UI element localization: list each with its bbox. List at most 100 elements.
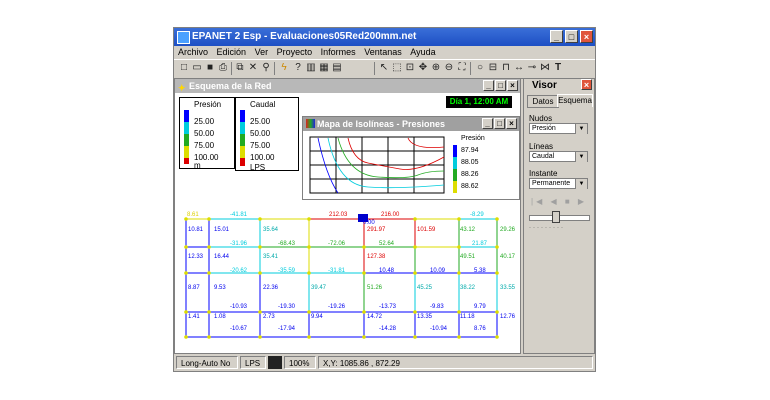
nodes-select-value: Presión <box>532 125 556 132</box>
reservoir-icon[interactable]: ⊟ <box>487 62 499 74</box>
epanet-logo-icon <box>177 31 190 44</box>
time-label-visor: Instante <box>529 169 558 178</box>
menu-ayuda[interactable]: Ayuda <box>410 47 435 57</box>
network-label: 9.53 <box>214 285 226 291</box>
network-label: -72.06 <box>328 241 346 247</box>
open-icon[interactable]: ▭ <box>191 62 203 74</box>
label-icon[interactable]: T <box>552 62 564 74</box>
app-title: EPANET 2 Esp - Evaluaciones05Red200mm.ne… <box>192 31 417 42</box>
network-label: 10.48 <box>379 268 395 274</box>
pump-icon[interactable]: ⊸ <box>526 62 538 74</box>
network-map-title: Esquema de la Red <box>189 81 272 91</box>
links-select[interactable]: Caudal ▼ <box>529 151 588 162</box>
delete-icon[interactable]: ✕ <box>247 62 259 74</box>
find-icon[interactable]: ⚲ <box>260 62 272 74</box>
network-min-button[interactable]: _ <box>483 80 494 91</box>
copy-icon[interactable]: ⧉ <box>234 62 246 74</box>
network-label: -13.73 <box>379 304 397 310</box>
network-label: 35.41 <box>263 254 279 260</box>
options-icon[interactable]: ▤ <box>331 62 343 74</box>
network-label: 2.73 <box>263 314 275 320</box>
run-icon[interactable]: ϟ <box>278 62 290 74</box>
tab-datos[interactable]: Datos <box>527 95 559 108</box>
select-icon[interactable]: ↖ <box>378 62 390 74</box>
menu-informes[interactable]: Informes <box>321 47 356 57</box>
network-label: -20.62 <box>230 268 248 274</box>
junction-icon[interactable]: ○ <box>474 62 486 74</box>
save-icon[interactable]: ■ <box>204 62 216 74</box>
chevron-down-icon: ▼ <box>575 152 587 162</box>
pipe-icon[interactable]: ↔ <box>513 62 525 74</box>
network-label: -68.43 <box>278 241 296 247</box>
contour-close-button[interactable]: × <box>506 118 517 129</box>
network-max-button[interactable]: □ <box>495 80 506 91</box>
tank-icon[interactable]: ⊓ <box>500 62 512 74</box>
new-icon[interactable]: □ <box>178 62 190 74</box>
menu-proyecto[interactable]: Proyecto <box>277 47 313 57</box>
menu-ver[interactable]: Ver <box>255 47 269 57</box>
contour-plot[interactable] <box>308 135 448 197</box>
link-legend-value: 75.00 <box>250 141 271 150</box>
slider-ticks: ········· <box>529 225 565 231</box>
network-label: -19.26 <box>328 304 346 310</box>
network-label: 8.87 <box>188 285 200 291</box>
visor-close-button[interactable]: × <box>581 79 592 90</box>
contour-legend-value: 87.94 <box>461 147 479 154</box>
nodes-select[interactable]: Presión ▼ <box>529 123 588 134</box>
node-legend-value: 50.00 <box>194 129 215 138</box>
node-legend[interactable]: Presión 25.00 50.00 75.00 100.00 m <box>179 97 235 170</box>
full-extent-icon[interactable]: ⛶ <box>456 62 468 74</box>
contour-max-button[interactable]: □ <box>494 118 505 129</box>
tab-esquema[interactable]: Esquema <box>557 94 593 107</box>
graph-icon[interactable]: ▥ <box>305 62 317 74</box>
network-label: -8.29 <box>470 212 484 218</box>
vertex-icon[interactable]: ⬚ <box>391 62 403 74</box>
menu-ventanas[interactable]: Ventanas <box>364 47 402 57</box>
query-icon[interactable]: ? <box>292 62 304 74</box>
contour-legend-value: 88.05 <box>461 159 479 166</box>
network-label: 21.87 <box>472 241 488 247</box>
visor-panel: Visor × Datos Esquema Nudos Presión ▼ Lí… <box>523 78 595 354</box>
menu-archivo[interactable]: Archivo <box>178 47 208 57</box>
animation-controls[interactable]: |◀ ◀ ■ ▶ <box>531 197 587 206</box>
network-label: 12.76 <box>500 314 516 320</box>
region-icon[interactable]: ⊡ <box>404 62 416 74</box>
time-label: Día 1, 12:00 AM <box>446 96 512 108</box>
network-label: 40.17 <box>500 254 516 260</box>
network-label: 52.64 <box>379 241 395 247</box>
network-label: 49.51 <box>460 254 476 260</box>
status-zoom: 100% <box>284 356 316 369</box>
menu-edicion[interactable]: Edición <box>217 47 247 57</box>
network-label: 12.33 <box>188 254 204 260</box>
link-legend-value: 25.00 <box>250 117 271 126</box>
minimize-button[interactable]: _ <box>550 30 563 43</box>
zoom-out-icon[interactable]: ⊖ <box>443 62 455 74</box>
network-label: -41.81 <box>230 212 248 218</box>
time-select[interactable]: Permanente ▼ <box>529 178 588 189</box>
contour-map-window: Mapa de Isolíneas - Presiones _ □ × Pres… <box>302 116 520 200</box>
network-label: 11.18 <box>460 314 475 320</box>
contour-legend-value: 88.62 <box>461 183 479 190</box>
network-close-button[interactable]: × <box>507 80 518 91</box>
slider-thumb[interactable] <box>552 211 560 223</box>
status-auto-length: Long-Auto No <box>176 356 238 369</box>
valve-icon[interactable]: ⋈ <box>539 62 551 74</box>
pan-icon[interactable]: ✥ <box>417 62 429 74</box>
link-legend-title: Caudal <box>250 100 276 109</box>
contour-min-button[interactable]: _ <box>482 118 493 129</box>
contour-titlebar: Mapa de Isolíneas - Presiones _ □ × <box>303 117 519 131</box>
links-select-value: Caudal <box>532 153 555 160</box>
mdi-area: ✦ Esquema de la Red _ □ × Día 1, 12:00 A… <box>174 78 521 354</box>
network-label: 13.35 <box>417 314 433 320</box>
network-label: 43.12 <box>460 227 476 233</box>
contour-legend-value: 88.26 <box>461 171 479 178</box>
table-icon[interactable]: ▦ <box>318 62 330 74</box>
zoom-in-icon[interactable]: ⊕ <box>430 62 442 74</box>
network-label: 1.41 <box>188 314 200 320</box>
network-label: 10.81 <box>188 227 204 233</box>
maximize-button[interactable]: □ <box>565 30 578 43</box>
print-icon[interactable]: ⎙ <box>217 62 229 74</box>
link-legend[interactable]: Caudal 25.00 50.00 75.00 100.00 LPS <box>235 97 299 172</box>
close-button[interactable]: × <box>580 30 593 43</box>
chevron-down-icon: ▼ <box>575 179 587 189</box>
